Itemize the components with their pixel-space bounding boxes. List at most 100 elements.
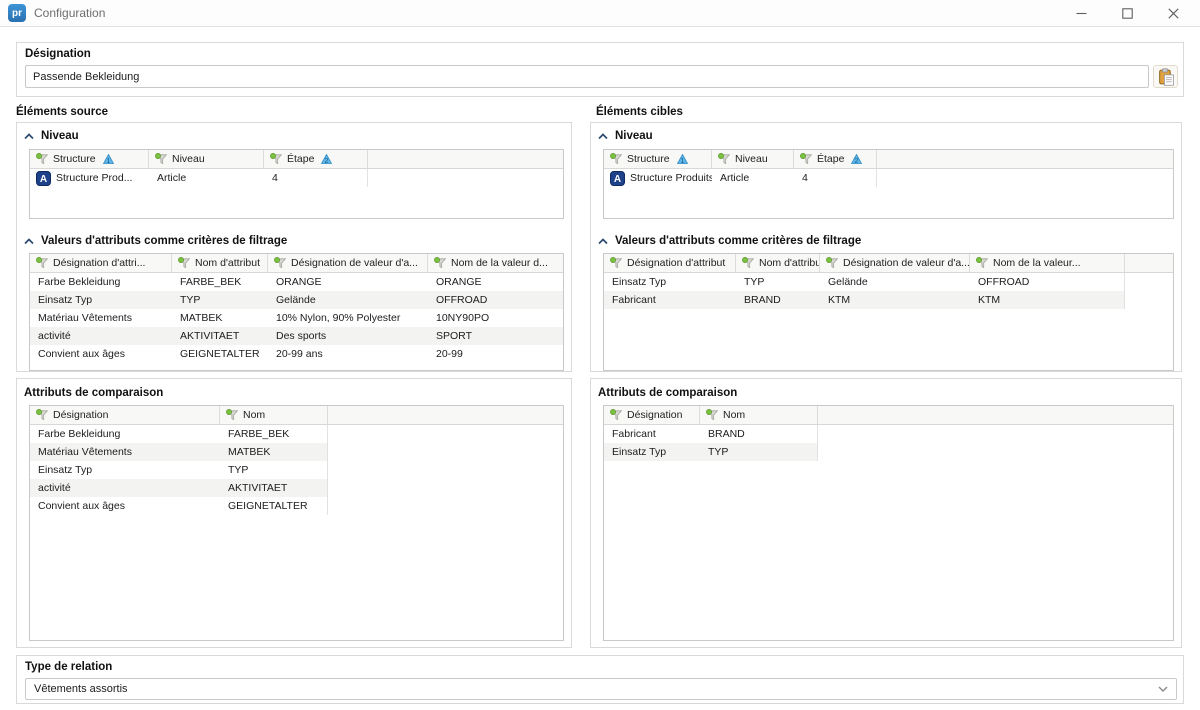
table-cell: KTM bbox=[970, 291, 1125, 309]
cell-text: Structure Produits bbox=[630, 172, 712, 184]
column-label: Nom de la valeur d... bbox=[451, 257, 548, 269]
filter-icon[interactable] bbox=[800, 153, 813, 165]
filter-icon[interactable] bbox=[36, 153, 49, 165]
column-label: Structure bbox=[627, 153, 670, 165]
cell-text: Article bbox=[720, 172, 749, 184]
column-header[interactable]: Désignation de valeur d'a... bbox=[268, 254, 428, 272]
table-row[interactable]: AStructure Prod...Article4 bbox=[30, 169, 367, 187]
table-row[interactable]: activitéAKTIVITAET bbox=[30, 479, 327, 497]
filter-icon[interactable] bbox=[155, 153, 168, 165]
column-label: Désignation de valeur d'a... bbox=[291, 257, 418, 269]
table-row[interactable]: Convient aux âgesGEIGNETALTER bbox=[30, 497, 327, 515]
minimize-button[interactable] bbox=[1058, 0, 1104, 27]
table-cell: 10% Nylon, 90% Polyester bbox=[268, 309, 428, 327]
section-title: Valeurs d'attributs comme critères de fi… bbox=[615, 235, 861, 247]
table-cell: Einsatz Typ bbox=[30, 461, 220, 479]
filter-icon[interactable] bbox=[36, 257, 49, 269]
column-header[interactable]: Désignation d'attri... bbox=[30, 254, 172, 272]
table-row[interactable]: Convient aux âgesGEIGNETALTER20-99 ans20… bbox=[30, 345, 563, 363]
table-cell: BRAND bbox=[700, 425, 818, 443]
filter-icon[interactable] bbox=[226, 409, 239, 421]
cell-text: AKTIVITAET bbox=[180, 330, 239, 342]
relation-type-select[interactable]: Vêtements assortis bbox=[25, 678, 1177, 700]
column-header[interactable]: Nom bbox=[700, 406, 818, 424]
column-header[interactable]: Désignation bbox=[604, 406, 700, 424]
filter-icon[interactable] bbox=[610, 409, 623, 421]
table-row[interactable]: Einsatz TypTYPGeländeOFFROAD bbox=[604, 273, 1124, 291]
column-label: Désignation d'attribut bbox=[627, 257, 725, 269]
target-filters-section-header[interactable]: Valeurs d'attributs comme critères de fi… bbox=[591, 229, 1181, 253]
chevron-up-icon bbox=[598, 238, 608, 245]
table-row[interactable]: activitéAKTIVITAETDes sportsSPORT bbox=[30, 327, 563, 345]
filter-icon[interactable] bbox=[610, 153, 623, 165]
column-header[interactable]: Désignation d'attribut bbox=[604, 254, 736, 272]
cell-text: Article bbox=[157, 172, 186, 184]
filter-icon[interactable] bbox=[434, 257, 447, 269]
target-level-section-header[interactable]: Niveau bbox=[591, 123, 1181, 149]
paste-icon bbox=[1157, 68, 1175, 86]
column-header[interactable]: Nom de la valeur d... bbox=[428, 254, 564, 272]
filter-icon[interactable] bbox=[826, 257, 839, 269]
target-level-filters-panel: Niveau Structure1NiveauÉtape2AStructure … bbox=[590, 122, 1182, 372]
table-cell: Farbe Bekleidung bbox=[30, 425, 220, 443]
table-row[interactable]: Einsatz TypTYP bbox=[30, 461, 327, 479]
cell-text: Convient aux âges bbox=[38, 500, 125, 512]
column-header[interactable]: Nom d'attribut bbox=[736, 254, 820, 272]
cell-text: Farbe Bekleidung bbox=[38, 276, 120, 288]
cell-text: activité bbox=[38, 330, 71, 342]
table-cell: OFFROAD bbox=[428, 291, 564, 309]
column-header[interactable]: Niveau bbox=[712, 150, 794, 168]
section-title: Niveau bbox=[41, 130, 79, 142]
column-header[interactable]: Structure1 bbox=[30, 150, 149, 168]
table-row[interactable]: Fabricant BRAND bbox=[604, 425, 817, 443]
cell-text: Fabricant bbox=[612, 428, 656, 440]
column-header[interactable]: Nom bbox=[220, 406, 328, 424]
close-button[interactable] bbox=[1150, 0, 1196, 27]
table-body: Einsatz TypTYPGeländeOFFROADFabricantBRA… bbox=[604, 273, 1125, 309]
column-header[interactable]: Étape2 bbox=[794, 150, 877, 168]
designation-input[interactable] bbox=[25, 65, 1149, 88]
filter-icon[interactable] bbox=[718, 153, 731, 165]
cell-text: KTM bbox=[828, 294, 850, 306]
table-row[interactable]: Matériau VêtementsMATBEK bbox=[30, 443, 327, 461]
column-header[interactable]: Nom de la valeur... bbox=[970, 254, 1125, 272]
table-row[interactable]: Farbe BekleidungFARBE_BEKORANGEORANGE bbox=[30, 273, 563, 291]
table-row[interactable]: Einsatz TypTYP bbox=[604, 443, 817, 461]
filter-icon[interactable] bbox=[610, 257, 623, 269]
source-level-section-header[interactable]: Niveau bbox=[17, 123, 571, 149]
table-row[interactable]: Einsatz TypTYPGeländeOFFROAD bbox=[30, 291, 563, 309]
column-header[interactable]: Niveau bbox=[149, 150, 264, 168]
column-header[interactable]: Désignation de valeur d'a... bbox=[820, 254, 970, 272]
column-header[interactable]: Nom d'attribut bbox=[172, 254, 268, 272]
column-header[interactable]: Étape2 bbox=[264, 150, 368, 168]
filter-icon[interactable] bbox=[270, 153, 283, 165]
table-row[interactable]: Matériau VêtementsMATBEK10% Nylon, 90% P… bbox=[30, 309, 563, 327]
source-comparison-title: Attributs de comparaison bbox=[17, 379, 571, 405]
table-body: AStructure ProduitsArticle4 bbox=[604, 169, 877, 187]
table-cell: TYP bbox=[736, 273, 820, 291]
table-row[interactable]: AStructure ProduitsArticle4 bbox=[604, 169, 876, 187]
filter-icon[interactable] bbox=[36, 409, 49, 421]
filter-icon[interactable] bbox=[274, 257, 287, 269]
window-title: Configuration bbox=[34, 6, 105, 20]
cell-text: Convient aux âges bbox=[38, 348, 125, 360]
cell-text: 4 bbox=[272, 172, 278, 184]
maximize-button[interactable] bbox=[1104, 0, 1150, 27]
filter-icon[interactable] bbox=[742, 257, 755, 269]
column-header[interactable]: Structure1 bbox=[604, 150, 712, 168]
paste-button[interactable] bbox=[1153, 65, 1178, 88]
column-header[interactable]: Désignation bbox=[30, 406, 220, 424]
table-row[interactable]: FabricantBRANDKTMKTM bbox=[604, 291, 1124, 309]
filter-icon[interactable] bbox=[976, 257, 989, 269]
filter-icon[interactable] bbox=[178, 257, 191, 269]
sort-ascending-icon: 2 bbox=[321, 154, 332, 164]
source-level-filters-panel: Niveau Structure1NiveauÉtape2AStructure … bbox=[16, 122, 572, 372]
source-filters-section-header[interactable]: Valeurs d'attributs comme critères de fi… bbox=[17, 229, 571, 253]
cell-text: KTM bbox=[978, 294, 1000, 306]
sort-ascending-icon: 2 bbox=[851, 154, 862, 164]
cell-text: Matériau Vêtements bbox=[38, 312, 132, 324]
filter-icon[interactable] bbox=[706, 409, 719, 421]
table-row[interactable]: Farbe BekleidungFARBE_BEK bbox=[30, 425, 327, 443]
column-label: Désignation d'attri... bbox=[53, 257, 145, 269]
table-cell: activité bbox=[30, 479, 220, 497]
